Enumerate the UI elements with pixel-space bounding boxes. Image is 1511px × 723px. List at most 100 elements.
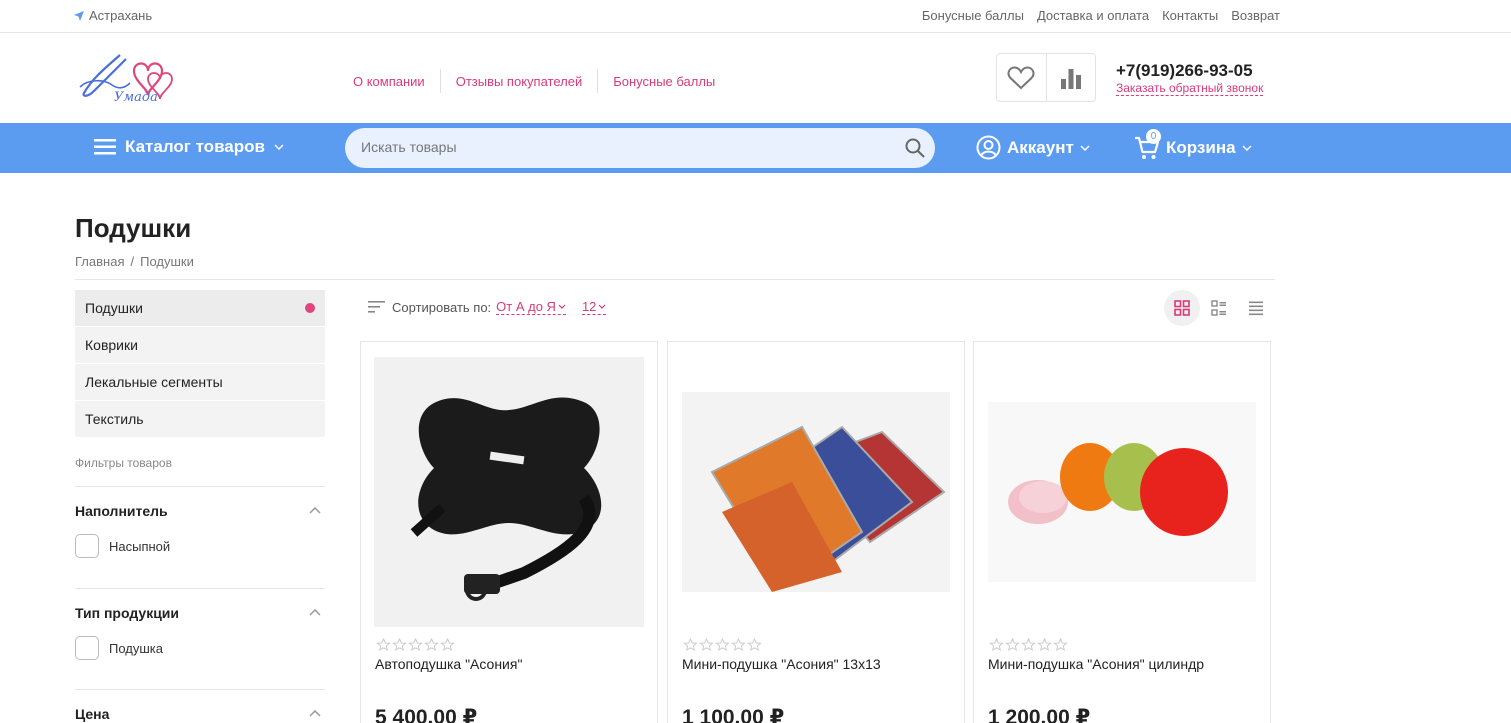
compare-button[interactable] bbox=[1045, 54, 1095, 101]
favorites-button[interactable] bbox=[997, 54, 1046, 101]
breadcrumb-home[interactable]: Главная bbox=[75, 254, 124, 269]
star-icon bbox=[392, 638, 407, 651]
main-nav: Каталог товаров Аккаунт 0 Корзина bbox=[0, 123, 1511, 173]
per-page-value: 12 bbox=[581, 299, 597, 314]
divider bbox=[597, 69, 599, 93]
rating-stars bbox=[683, 638, 762, 651]
list-view-button[interactable] bbox=[1201, 290, 1237, 326]
catalog-button[interactable]: Каталог товаров bbox=[94, 137, 284, 157]
cart-icon-wrap: 0 bbox=[1134, 129, 1161, 161]
cart-button[interactable]: 0 Корзина bbox=[1134, 129, 1252, 161]
top-link-return[interactable]: Возврат bbox=[1231, 8, 1280, 23]
menu-icon bbox=[94, 139, 116, 155]
star-icon bbox=[408, 638, 423, 651]
rating-stars bbox=[376, 638, 455, 651]
star-icon bbox=[440, 638, 455, 651]
catalog-label: Каталог товаров bbox=[125, 137, 265, 156]
account-button[interactable]: Аккаунт bbox=[976, 135, 1090, 160]
header-links: О компании Отзывы покупателей Бонусные б… bbox=[353, 69, 715, 93]
search-input[interactable] bbox=[361, 139, 881, 155]
product-name[interactable]: Мини-подушка "Асония" 13х13 bbox=[682, 656, 881, 672]
divider bbox=[439, 69, 441, 93]
city-selector[interactable]: Астрахань bbox=[74, 8, 152, 23]
chevron-up-icon[interactable] bbox=[309, 609, 321, 616]
header-icons bbox=[996, 53, 1096, 102]
sidebar-item-textile[interactable]: Текстиль bbox=[75, 401, 325, 437]
product-card[interactable]: Автоподушка "Асония" 5 400.00 ₽ bbox=[360, 341, 658, 723]
chevron-up-icon[interactable] bbox=[309, 507, 321, 514]
filter-option[interactable]: Подушка bbox=[75, 636, 163, 660]
page-title: Подушки bbox=[75, 213, 192, 243]
top-link-contacts[interactable]: Контакты bbox=[1162, 8, 1218, 23]
product-image[interactable] bbox=[374, 357, 644, 627]
sidebar-item-segments[interactable]: Лекальные сегменты bbox=[75, 364, 325, 400]
cart-label: Корзина bbox=[1166, 138, 1236, 157]
sort-order-value: От А до Я bbox=[496, 299, 556, 314]
chevron-down-icon bbox=[274, 144, 284, 150]
star-icon bbox=[424, 638, 439, 651]
bar-chart-icon bbox=[1060, 68, 1081, 89]
product-name[interactable]: Мини-подушка "Асония" цилиндр bbox=[988, 656, 1204, 672]
filters-title: Фильтры товаров bbox=[75, 456, 172, 470]
user-icon bbox=[976, 135, 1001, 160]
filter-heading[interactable]: Наполнитель bbox=[75, 503, 168, 519]
chevron-up-icon[interactable] bbox=[309, 710, 321, 717]
rating-stars bbox=[989, 638, 1068, 651]
square-pillows-image bbox=[682, 392, 950, 592]
product-image[interactable] bbox=[681, 357, 951, 627]
list-detail-icon bbox=[1211, 300, 1226, 316]
link-about[interactable]: О компании bbox=[353, 74, 425, 89]
location-arrow-icon bbox=[74, 10, 84, 21]
link-bonus[interactable]: Бонусные баллы bbox=[613, 74, 715, 89]
divider bbox=[75, 279, 1275, 280]
sidebar-item-label: Подушки bbox=[85, 300, 143, 316]
logo[interactable]: Умада bbox=[74, 49, 176, 105]
star-icon bbox=[747, 638, 762, 651]
filter-heading[interactable]: Цена bbox=[75, 706, 109, 722]
product-name[interactable]: Автоподушка "Асония" bbox=[375, 656, 522, 672]
chevron-down-icon bbox=[558, 304, 566, 309]
search-icon[interactable] bbox=[905, 138, 925, 158]
star-icon bbox=[1021, 638, 1036, 651]
star-icon bbox=[683, 638, 698, 651]
filter-group-price: Цена bbox=[75, 689, 325, 723]
product-price: 1 200.00 ₽ bbox=[988, 706, 1091, 723]
svg-text:Умада: Умада bbox=[114, 90, 158, 105]
product-card[interactable]: Мини-подушка "Асония" цилиндр 1 200.00 ₽ bbox=[973, 341, 1271, 723]
search-box bbox=[345, 128, 935, 168]
view-switcher bbox=[1164, 290, 1274, 326]
chevron-down-icon bbox=[1080, 144, 1090, 151]
filter-option-label: Насыпной bbox=[109, 538, 171, 554]
top-link-delivery[interactable]: Доставка и оплата bbox=[1037, 8, 1149, 23]
sidebar-item-label: Текстиль bbox=[85, 411, 144, 427]
product-card[interactable]: Мини-подушка "Асония" 13х13 1 100.00 ₽ bbox=[667, 341, 965, 723]
grid-view-button[interactable] bbox=[1164, 290, 1200, 326]
chevron-down-icon bbox=[1242, 145, 1252, 151]
star-icon bbox=[989, 638, 1004, 651]
sidebar-item-mats[interactable]: Коврики bbox=[75, 327, 325, 363]
filter-option[interactable]: Насыпной bbox=[75, 534, 170, 558]
checkbox[interactable] bbox=[75, 534, 99, 558]
star-icon bbox=[699, 638, 714, 651]
sidebar-item-pillows[interactable]: Подушки bbox=[75, 290, 325, 326]
top-link-bonus[interactable]: Бонусные баллы bbox=[922, 8, 1024, 23]
round-pillows-image bbox=[988, 402, 1256, 582]
filter-option-label: Подушка bbox=[109, 640, 164, 656]
callback-link[interactable]: Заказать обратный звонок bbox=[1116, 81, 1264, 96]
per-page-dropdown[interactable]: 12 bbox=[581, 299, 607, 315]
filter-heading[interactable]: Тип продукции bbox=[75, 605, 179, 621]
table-view-button[interactable] bbox=[1238, 290, 1274, 326]
sort-order-dropdown[interactable]: От А до Я bbox=[496, 299, 566, 315]
top-bar: Астрахань Бонусные баллы Доставка и опла… bbox=[0, 0, 1511, 33]
product-price: 1 100.00 ₽ bbox=[682, 706, 785, 723]
star-icon bbox=[1005, 638, 1020, 651]
product-price: 5 400.00 ₽ bbox=[375, 706, 478, 723]
active-dot-icon bbox=[305, 303, 315, 313]
checkbox[interactable] bbox=[75, 636, 99, 660]
product-image[interactable] bbox=[987, 357, 1257, 627]
star-icon bbox=[376, 638, 391, 651]
link-reviews[interactable]: Отзывы покупателей bbox=[456, 74, 583, 89]
account-label: Аккаунт bbox=[1007, 137, 1074, 157]
city-label: Астрахань bbox=[89, 8, 153, 23]
phone-number[interactable]: +7(919)266-93-05 bbox=[1116, 61, 1253, 81]
